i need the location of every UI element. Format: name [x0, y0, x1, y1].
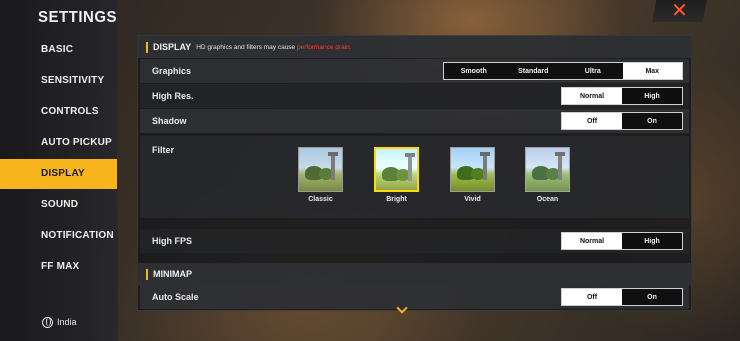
sidebar-item-basic[interactable]: BASIC — [0, 35, 117, 65]
high-fps-toggle[interactable]: Normal High — [561, 232, 683, 250]
shadow-toggle[interactable]: Off On — [561, 112, 683, 130]
filter-label: Filter — [152, 145, 175, 155]
graphics-option-standard[interactable]: Standard — [504, 63, 564, 79]
tower-graphic — [328, 152, 338, 180]
shadow-label: Shadow — [152, 116, 187, 126]
tower-graphic — [555, 152, 565, 180]
graphics-selector[interactable]: Smooth Standard Ultra Max — [443, 62, 683, 80]
filter-thumb-ocean[interactable] — [525, 147, 570, 192]
sidebar-item-notification[interactable]: NOTIFICATION — [0, 221, 117, 251]
filter-label-classic: Classic — [308, 196, 333, 203]
globe-icon — [42, 316, 53, 328]
auto-scale-label: Auto Scale — [152, 292, 199, 302]
minimap-section-header: MINIMAP — [137, 263, 692, 285]
graphics-option-max[interactable]: Max — [622, 63, 682, 79]
tower-graphic — [405, 153, 415, 181]
shadow-option-off[interactable]: Off — [562, 113, 622, 129]
region-selector[interactable]: India — [42, 315, 77, 329]
filter-label-vivid: Vivid — [464, 196, 481, 203]
sidebar-item-display[interactable]: DISPLAY — [0, 159, 117, 189]
filter-label-ocean: Ocean — [536, 196, 559, 203]
filter-thumb-vivid[interactable] — [450, 147, 495, 192]
sidebar-item-sound[interactable]: SOUND — [0, 190, 117, 220]
filter-thumb-bright[interactable] — [374, 147, 419, 192]
auto-scale-option-on[interactable]: On — [622, 289, 682, 305]
sidebar-item-sensitivity[interactable]: SENSITIVITY — [0, 66, 117, 96]
graphics-label: Graphics — [152, 66, 192, 76]
high-fps-option-high[interactable]: High — [622, 233, 682, 249]
graphics-option-ultra[interactable]: Ultra — [563, 63, 623, 79]
display-section-title: DISPLAY — [153, 42, 192, 52]
close-button[interactable]: ✕ — [652, 0, 707, 22]
high-res-toggle[interactable]: Normal High — [561, 87, 683, 105]
display-note-text: HD graphics and filters may cause — [196, 43, 296, 51]
sidebar-item-controls[interactable]: CONTROLS — [0, 97, 117, 127]
tower-graphic — [480, 152, 490, 180]
display-section-header: DISPLAY HD graphics and filters may caus… — [137, 36, 692, 58]
settings-title: SETTINGS — [38, 8, 118, 27]
section-accent-bar — [146, 268, 148, 280]
high-res-option-normal[interactable]: Normal — [562, 88, 622, 104]
high-res-option-high[interactable]: High — [622, 88, 682, 104]
graphics-option-smooth[interactable]: Smooth — [444, 63, 504, 79]
minimap-section-title: MINIMAP — [153, 269, 192, 279]
high-res-label: High Res. — [152, 91, 194, 101]
high-fps-option-normal[interactable]: Normal — [562, 233, 622, 249]
high-fps-label: High FPS — [152, 236, 192, 246]
region-label: India — [57, 317, 77, 327]
auto-scale-toggle[interactable]: Off On — [561, 288, 683, 306]
sidebar-item-ff-max[interactable]: FF MAX — [0, 252, 117, 282]
close-icon: ✕ — [671, 0, 688, 22]
filter-label-bright: Bright — [386, 196, 407, 203]
auto-scale-option-off[interactable]: Off — [562, 289, 622, 305]
shadow-option-on[interactable]: On — [622, 113, 682, 129]
display-note: HD graphics and filters may cause perfor… — [196, 44, 351, 51]
section-accent-bar — [146, 41, 148, 53]
filter-thumb-classic[interactable] — [298, 147, 343, 192]
display-note-warning: performance drain. — [297, 43, 352, 51]
sidebar-item-auto-pickup[interactable]: AUTO PICKUP — [0, 128, 117, 158]
settings-sidebar: SETTINGS BASIC SENSITIVITY CONTROLS AUTO… — [0, 0, 118, 341]
